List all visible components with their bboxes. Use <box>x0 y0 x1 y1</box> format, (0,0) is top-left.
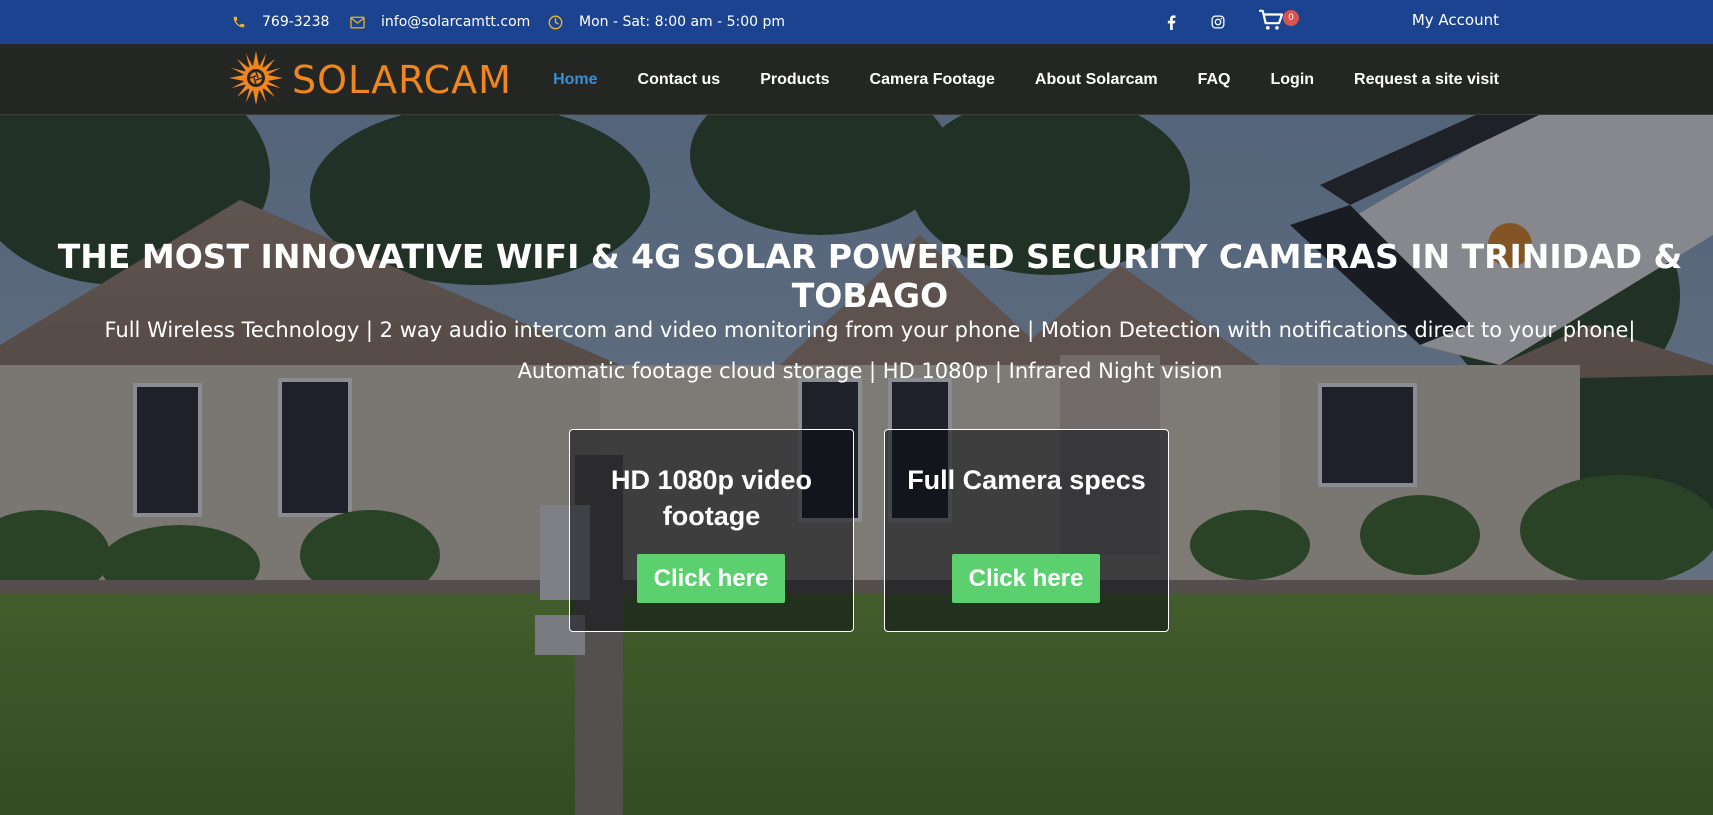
main-navbar: SOLARCAM Home Contact us Products Camera… <box>0 44 1713 115</box>
hero-subtitle: Full Wireless Technology | 2 way audio i… <box>60 310 1680 392</box>
nav-camera-footage[interactable]: Camera Footage <box>870 71 995 89</box>
envelope-icon <box>350 16 365 29</box>
nav-faq[interactable]: FAQ <box>1198 71 1231 89</box>
hero-subtitle-line-1: Full Wireless Technology | 2 way audio i… <box>104 318 1636 342</box>
phone-icon <box>232 15 246 29</box>
opening-hours: Mon - Sat: 8:00 am - 5:00 pm <box>579 14 786 30</box>
phone-number: 769-3238 <box>262 14 330 30</box>
video-footage-card: HD 1080p video footage Click here <box>569 429 854 632</box>
sun-logo-icon <box>228 50 284 111</box>
nav-contact-us[interactable]: Contact us <box>638 71 721 89</box>
nav-products[interactable]: Products <box>760 71 829 89</box>
cart-button[interactable]: 0 <box>1258 0 1299 44</box>
my-account-link[interactable]: My Account <box>1412 0 1499 40</box>
nav-request-site-visit[interactable]: Request a site visit <box>1354 71 1499 89</box>
hours-info: Mon - Sat: 8:00 am - 5:00 pm <box>548 0 785 44</box>
video-footage-button[interactable]: Click here <box>637 554 785 603</box>
site-logo[interactable]: SOLARCAM <box>228 50 512 111</box>
facebook-icon[interactable] <box>1167 0 1176 44</box>
brand-name: SOLARCAM <box>292 58 512 102</box>
top-info-bar: 769-3238 info@solarcamtt.com Mon - Sat: … <box>0 0 1713 44</box>
hero-subtitle-line-2: Automatic footage cloud storage | HD 108… <box>517 359 1223 383</box>
clock-icon <box>548 15 563 30</box>
nav-login[interactable]: Login <box>1271 71 1315 89</box>
primary-nav: Home Contact us Products Camera Footage … <box>553 44 1499 115</box>
phone-info[interactable]: 769-3238 <box>232 0 329 44</box>
nav-about-solarcam[interactable]: About Solarcam <box>1035 71 1158 89</box>
cart-count-badge: 0 <box>1283 10 1299 26</box>
card-title: Full Camera specs <box>907 465 1146 495</box>
cart-icon <box>1258 9 1284 36</box>
hero-overlay <box>0 115 1713 815</box>
hero-title: THE MOST INNOVATIVE WIFI & 4G SOLAR POWE… <box>57 237 1683 315</box>
instagram-icon[interactable] <box>1211 0 1225 44</box>
card-title: HD 1080p video footage <box>610 465 813 531</box>
camera-specs-button[interactable]: Click here <box>952 554 1100 603</box>
email-address: info@solarcamtt.com <box>381 14 531 30</box>
hero-section: THE MOST INNOVATIVE WIFI & 4G SOLAR POWE… <box>0 115 1713 815</box>
nav-home[interactable]: Home <box>553 71 597 89</box>
email-info[interactable]: info@solarcamtt.com <box>350 0 530 44</box>
camera-specs-card: Full Camera specs Click here <box>884 429 1169 632</box>
